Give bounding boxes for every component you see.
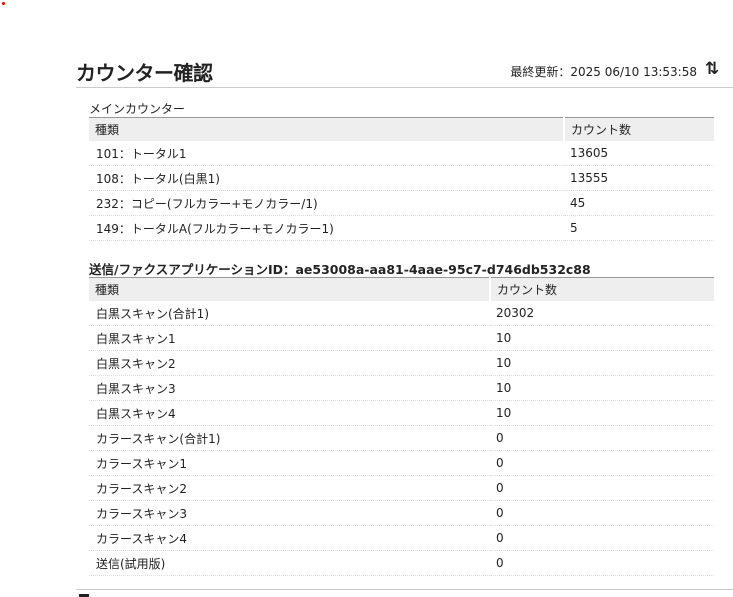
count-cell: 10 [490,350,714,376]
count-cell: 0 [490,450,714,476]
table-row: 白黒スキャン1 10 [89,325,714,351]
table-row: 149：トータルA(フルカラー+モノカラー1) 5 [89,215,714,241]
main-counter-table: 種類 カウント数 101：トータル1 13605 108：トータル(白黒1) 1355… [89,117,714,241]
count-cell: 0 [490,425,714,451]
column-header: 種類 [89,117,564,141]
type-cell: カラースキャン3 [89,500,490,526]
count-cell: 0 [490,525,714,551]
table-row: 白黒スキャン4 10 [89,400,714,426]
table-row: カラースキャン2 0 [89,475,714,501]
refresh-icon[interactable]: ⇅ [705,59,719,79]
type-cell: 149：トータルA(フルカラー+モノカラー1) [89,215,564,241]
table-row: 101：トータル1 13605 [89,141,714,166]
last-updated: 最終更新：2025 06/10 13:53:58 [510,65,697,79]
type-cell: 白黒スキャン(合計1) [89,301,490,326]
type-cell: 白黒スキャン4 [89,400,490,426]
count-cell: 45 [564,190,714,216]
count-cell: 10 [490,375,714,401]
table-row: カラースキャン1 0 [89,450,714,476]
divider [76,589,733,590]
count-cell: 0 [490,475,714,501]
count-cell: 0 [490,500,714,526]
table-row: カラースキャン3 0 [89,500,714,526]
section-label: 送信/ファクスアプリケーションID：ae53008a-aa81-4aae-95c… [89,262,591,277]
type-cell: 白黒スキャン2 [89,350,490,376]
type-cell: 白黒スキャン1 [89,325,490,351]
send-fax-section: 送信/ファクスアプリケーションID：ae53008a-aa81-4aae-95c… [89,262,714,576]
send-fax-table: 種類 カウント数 白黒スキャン(合計1) 20302 白黒スキャン1 10 白黒スキャン… [89,277,714,576]
table-row: 白黒スキャン2 10 [89,350,714,376]
type-cell: 108：トータル(白黒1) [89,165,564,191]
divider [76,87,733,88]
count-cell: 20302 [490,301,714,326]
column-header: カウント数 [563,117,714,141]
type-cell: 101：トータル1 [89,141,564,166]
count-cell: 13605 [564,141,714,166]
type-cell: 送信(試用版) [89,550,490,576]
main-counter-section: メインカウンター 種類 カウント数 101：トータル1 13605 108：トータル… [89,102,714,241]
table-row: カラースキャン(合計1) 0 [89,425,714,451]
column-header: 種類 [89,277,490,301]
type-cell: カラースキャン4 [89,525,490,551]
table-row: 108：トータル(白黒1) 13555 [89,165,714,191]
table-row: カラースキャン4 0 [89,525,714,551]
section-label: メインカウンター [89,102,186,116]
count-cell: 13555 [564,165,714,191]
type-cell: 白黒スキャン3 [89,375,490,401]
count-cell: 10 [490,400,714,426]
table-row: 白黒スキャン3 10 [89,375,714,401]
type-cell: 232：コピー(フルカラー+モノカラー/1) [89,190,564,216]
count-cell: 10 [490,325,714,351]
count-cell: 5 [564,215,714,241]
type-cell: カラースキャン2 [89,475,490,501]
count-cell: 0 [490,550,714,576]
table-row: 232：コピー(フルカラー+モノカラー/1) 45 [89,190,714,216]
table-row: 送信(試用版) 0 [89,550,714,576]
status-dot [2,2,5,5]
type-cell: カラースキャン(合計1) [89,425,490,451]
column-header: カウント数 [489,277,714,301]
type-cell: カラースキャン1 [89,450,490,476]
table-row: 白黒スキャン(合計1) 20302 [89,301,714,326]
page-title: カウンター確認 [76,61,213,85]
